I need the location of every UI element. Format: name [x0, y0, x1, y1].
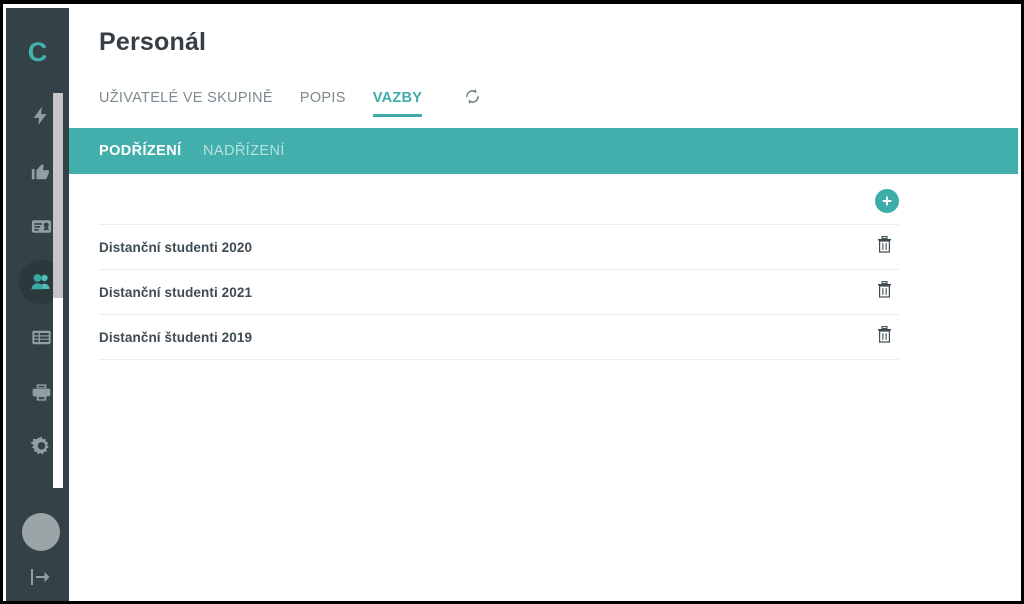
table-row[interactable]: Distanční studenti 2020 [99, 225, 899, 270]
app-logo[interactable]: C [6, 38, 69, 66]
add-relation-button[interactable] [875, 189, 899, 213]
refresh-button[interactable] [463, 87, 482, 111]
relation-name: Distanční studenti 2020 [99, 240, 252, 255]
plus-icon [880, 194, 894, 208]
subtab-bar: PODŘÍZENÍ NADŘÍZENÍ [69, 128, 1018, 174]
bolt-icon [30, 105, 52, 127]
trash-icon [877, 236, 892, 258]
delete-row-button[interactable] [873, 326, 895, 348]
tab-relations[interactable]: VAZBY [373, 90, 423, 117]
tab-bar: UŽIVATELÉ VE SKUPINĚ POPIS VAZBY [69, 90, 1018, 128]
refresh-icon [463, 87, 482, 111]
relation-name: Distanční študenti 2019 [99, 330, 252, 345]
sidebar: C [6, 8, 69, 604]
table-row[interactable]: Distanční studenti 2021 [99, 270, 899, 315]
subtab-subordinates[interactable]: PODŘÍZENÍ [99, 143, 182, 159]
sidebar-scrollbar-track[interactable] [53, 298, 63, 488]
avatar[interactable] [22, 513, 60, 551]
printer-icon [30, 381, 53, 404]
table-icon [30, 326, 53, 349]
delete-row-button[interactable] [873, 236, 895, 258]
main-content: Personál UŽIVATELÉ VE SKUPINĚ POPIS VAZB… [69, 8, 1018, 598]
users-icon [29, 270, 53, 294]
trash-icon [877, 326, 892, 348]
list-toolbar [99, 178, 899, 225]
page-title: Personál [99, 28, 206, 57]
delete-row-button[interactable] [873, 281, 895, 303]
logout-button[interactable] [19, 560, 63, 598]
gear-icon [29, 435, 54, 460]
relations-list: Distanční studenti 2020 Distanční st [99, 178, 899, 360]
trash-icon [877, 281, 892, 303]
tab-description[interactable]: POPIS [300, 90, 346, 117]
sidebar-scrollbar-thumb[interactable] [53, 93, 63, 298]
thumbs-up-icon [30, 160, 52, 182]
logout-icon [29, 567, 53, 592]
id-card-icon [30, 215, 53, 238]
subtab-superiors[interactable]: NADŘÍZENÍ [203, 143, 285, 159]
app-window: C [0, 0, 1024, 604]
relation-name: Distanční studenti 2021 [99, 285, 252, 300]
table-row[interactable]: Distanční študenti 2019 [99, 315, 899, 360]
tab-users-in-group[interactable]: UŽIVATELÉ VE SKUPINĚ [99, 90, 273, 117]
